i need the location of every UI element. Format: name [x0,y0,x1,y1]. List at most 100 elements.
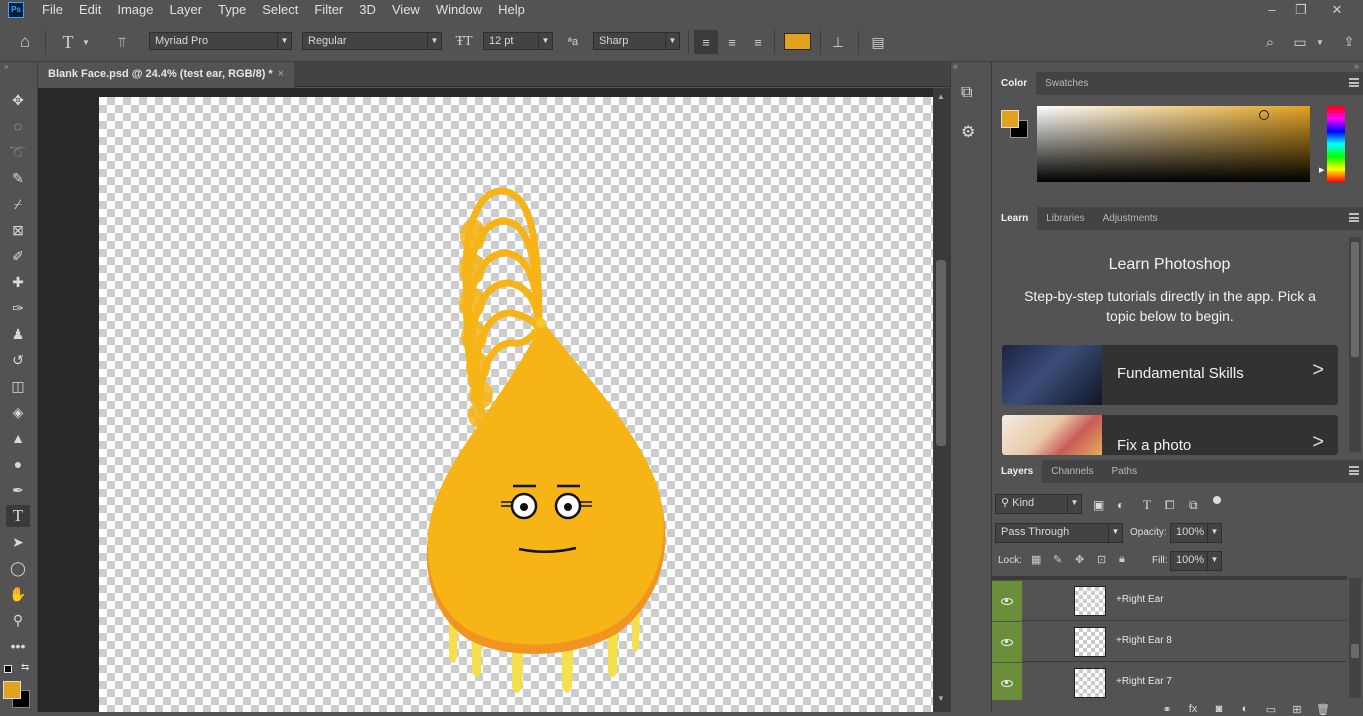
search-icon[interactable]: ⌕ [1258,30,1282,54]
panel-menu-icon[interactable] [1349,78,1359,87]
collapse-toolbar-icon[interactable]: » [4,62,8,71]
layers-scrollbar[interactable] [1349,578,1361,698]
close-window-icon[interactable]: ✕ [1322,0,1352,19]
history-brush-tool-icon[interactable]: ↺ [6,349,30,371]
share-icon[interactable]: ⇪ [1337,30,1361,54]
lasso-tool-icon[interactable]: ➰ [6,141,30,163]
learn-card-fundamental-skills[interactable]: Fundamental Skills > [1002,345,1338,405]
type-tool-icon[interactable]: T [6,505,30,527]
close-tab-icon[interactable]: × [278,62,284,86]
scroll-up-icon[interactable]: ▲ [937,92,945,101]
learn-card-fix-a-photo[interactable]: Fix a photo > [1002,415,1338,455]
font-size-select[interactable]: 12 pt ▼ [483,32,553,50]
clone-stamp-tool-icon[interactable]: ♟ [6,323,30,345]
home-icon[interactable]: ⌂ [13,30,37,54]
foreground-color-swatch[interactable] [3,681,21,699]
align-right-icon[interactable]: ≡ [746,30,770,54]
layer-row[interactable]: +Right Ear 7 [992,663,1347,703]
tab-libraries[interactable]: Libraries [1037,207,1093,230]
minimize-icon[interactable]: – [1257,0,1287,19]
menu-3d[interactable]: 3D [351,0,384,19]
lock-artboard-icon[interactable]: ⊡ [1097,553,1106,566]
visibility-eye-icon[interactable] [992,622,1022,662]
ellipse-tool-icon[interactable]: ◯ [6,557,30,579]
character-panel-icon[interactable]: ▤ [866,30,890,54]
color-foreground-swatch[interactable] [1001,110,1019,128]
expand-panels-icon[interactable]: » [1354,61,1359,71]
tab-learn[interactable]: Learn [992,207,1038,230]
new-layer-icon[interactable]: ⊞ [1290,702,1304,716]
lock-all-icon[interactable]: 🔒︎ [1119,553,1125,566]
tab-color[interactable]: Color [992,72,1037,95]
document-tab[interactable]: Blank Face.psd @ 24.4% (test ear, RGB/8)… [38,62,294,87]
eyedropper-tool-icon[interactable]: ✐ [6,245,30,267]
lock-transparent-icon[interactable]: ▦ [1031,553,1041,566]
filter-pixel-icon[interactable]: ▣ [1093,498,1104,512]
workspace-icon[interactable]: ▭ [1288,30,1312,54]
panel-menu-icon[interactable] [1349,213,1359,222]
filter-adjustment-icon[interactable]: ◐ [1117,498,1124,512]
font-style-select[interactable]: Regular ▼ [302,32,442,50]
collapse-dock-icon[interactable]: « [953,61,958,71]
sharpen-tool-icon[interactable]: ▲ [6,427,30,449]
filter-toggle-icon[interactable] [1213,496,1221,504]
antialias-select[interactable]: Sharp ▼ [593,32,680,50]
adjustment-layer-icon[interactable]: ◐ [1238,702,1252,716]
menu-type[interactable]: Type [210,0,254,19]
paint-bucket-tool-icon[interactable]: ◈ [6,401,30,423]
panel-menu-icon[interactable] [1349,466,1359,475]
healing-brush-tool-icon[interactable]: ✚ [6,271,30,293]
delete-layer-icon[interactable]: 🗑︎ [1316,702,1330,716]
font-family-select[interactable]: Myriad Pro ▼ [149,32,292,50]
zoom-tool-icon[interactable]: ⚲ [6,609,30,631]
layer-effects-icon[interactable]: fx [1186,702,1200,716]
hue-slider[interactable] [1327,106,1345,182]
filter-type-icon[interactable]: T [1143,497,1151,513]
menu-edit[interactable]: Edit [71,0,109,19]
hue-slider-marker-icon[interactable]: ▶ [1319,166,1324,174]
brush-tool-icon[interactable]: ✑ [6,297,30,319]
scroll-down-icon[interactable]: ▼ [937,694,945,703]
menu-image[interactable]: Image [109,0,161,19]
new-group-icon[interactable]: ▭ [1264,702,1278,716]
scrollbar-thumb[interactable] [936,260,946,446]
align-left-icon[interactable]: ≡ [694,30,718,54]
tab-channels[interactable]: Channels [1042,460,1102,483]
lock-position-icon[interactable]: ✥ [1075,553,1084,566]
layer-row[interactable]: +Right Ear 8 [992,622,1347,662]
menu-help[interactable]: Help [490,0,533,19]
fill-input[interactable]: 100% ▼ [1170,551,1222,571]
align-center-icon[interactable]: ≡ [720,30,744,54]
blend-mode-select[interactable]: Pass Through ▼ [995,523,1123,543]
hand-tool-icon[interactable]: ✋ [6,583,30,605]
warp-text-icon[interactable]: ⊥ [826,30,850,54]
swap-colors-icon[interactable]: ⇆ [21,662,29,673]
dodge-tool-icon[interactable]: ● [6,453,30,475]
menu-layer[interactable]: Layer [162,0,211,19]
text-orientation-icon[interactable]: ⫪ [110,30,134,54]
visibility-eye-icon[interactable] [992,581,1022,621]
menu-window[interactable]: Window [428,0,490,19]
eraser-tool-icon[interactable]: ◫ [6,375,30,397]
filter-smart-object-icon[interactable]: ⧉ [1189,498,1198,513]
history-panel-icon[interactable]: ⧉ [961,84,972,102]
text-color-swatch[interactable] [784,33,811,50]
filter-shape-icon[interactable]: ⧠ [1165,498,1175,513]
menu-filter[interactable]: Filter [306,0,351,19]
path-selection-tool-icon[interactable]: ➤ [6,531,30,553]
quick-selection-tool-icon[interactable]: ✎ [6,167,30,189]
workspace-chevron-down-icon[interactable]: ▼ [1313,30,1327,54]
default-colors-icon[interactable] [4,665,12,673]
menu-view[interactable]: View [384,0,428,19]
tab-adjustments[interactable]: Adjustments [1094,207,1167,230]
marquee-tool-icon[interactable]: ◌ [6,115,30,137]
crop-tool-icon[interactable]: ⌿ [6,193,30,215]
pen-tool-icon[interactable]: ✒ [6,479,30,501]
canvas-vertical-scrollbar[interactable]: ▲ ▼ [933,88,950,712]
preset-chevron-down-icon[interactable]: ▼ [80,30,92,54]
canvas-area[interactable] [38,88,933,712]
tab-paths[interactable]: Paths [1103,460,1147,483]
menu-select[interactable]: Select [254,0,306,19]
properties-panel-icon[interactable]: ⚙ [961,122,975,142]
learn-scrollbar[interactable] [1349,237,1361,452]
